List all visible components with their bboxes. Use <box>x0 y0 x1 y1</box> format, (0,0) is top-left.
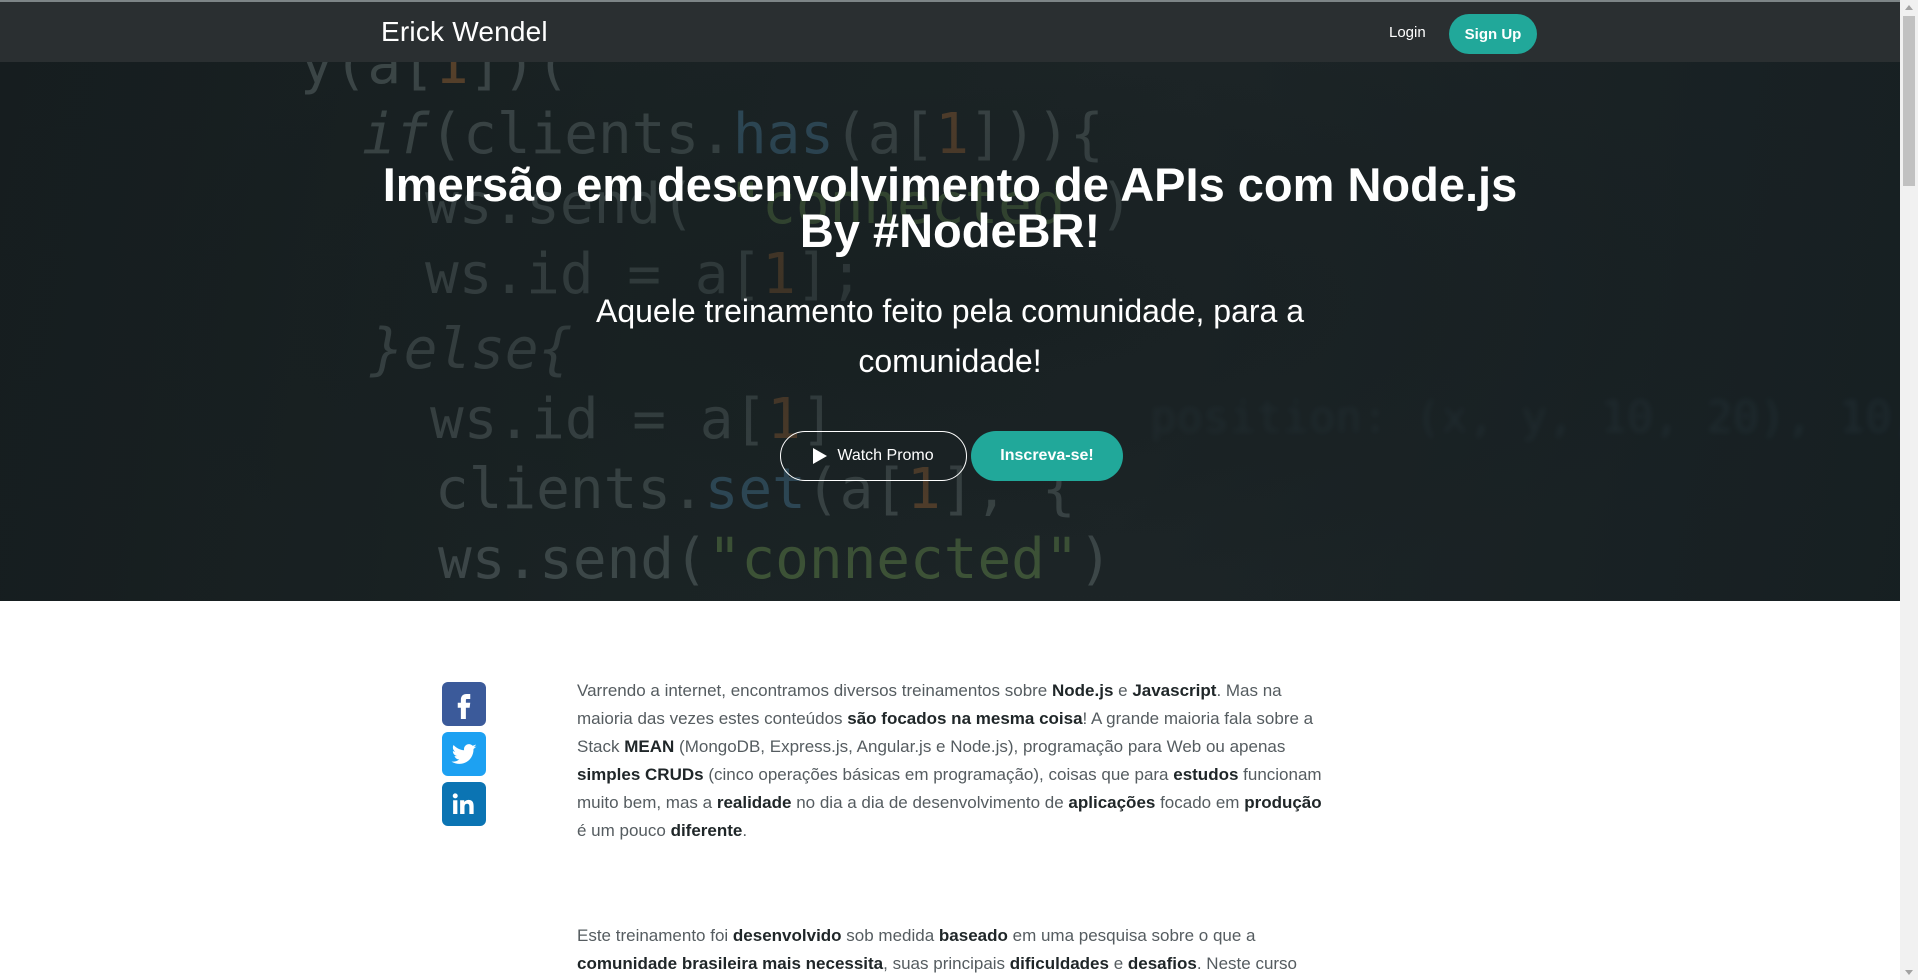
intro-paragraph: Varrendo a internet, encontramos diverso… <box>577 677 1329 845</box>
paragraph-text: no dia a dia de desenvolvimento de <box>791 793 1069 812</box>
scroll-up-icon[interactable] <box>1905 5 1913 10</box>
twitter-icon[interactable] <box>442 732 486 776</box>
scroll-down-icon[interactable] <box>1905 970 1913 975</box>
paragraph-text: e <box>1108 954 1128 973</box>
bold-text: são focados na mesma coisa <box>847 709 1083 728</box>
paragraph-text: em uma pesquisa sobre o que a <box>1007 926 1256 945</box>
watch-promo-label: Watch Promo <box>837 447 934 464</box>
bold-text: baseado <box>938 926 1008 945</box>
hero-subtitle: Aquele treinamento feito pela comunidade… <box>595 293 1305 379</box>
hero-title-line2: By #NodeBR! <box>799 204 1101 257</box>
hero-section: y(a[1])( if(clients.has(a[1])){ ws.send(… <box>0 62 1900 601</box>
hero-title: Imersão em desenvolvimento de APIs com N… <box>300 161 1600 257</box>
paragraph-text: . <box>742 821 748 840</box>
bold-text: simples CRUDs <box>577 765 704 784</box>
page-scrollbar[interactable] <box>1900 0 1918 980</box>
paragraph-text: (cinco operações básicas em programação)… <box>703 765 1174 784</box>
paragraph-text: sob medida <box>841 926 939 945</box>
login-link[interactable]: Login <box>1389 24 1426 41</box>
bold-text: aplicações <box>1068 793 1156 812</box>
bold-text: desenvolvido <box>732 926 842 945</box>
social-share-bar <box>442 682 486 832</box>
paragraph-text: focado em <box>1155 793 1245 812</box>
bold-text: dificuldades <box>1009 954 1109 973</box>
paragraph-text: é um pouco <box>577 821 671 840</box>
bold-text: produção <box>1244 793 1322 812</box>
brand-logo[interactable]: Erick Wendel <box>381 16 548 48</box>
signup-button[interactable]: Sign Up <box>1449 14 1537 54</box>
bold-text: estudos <box>1173 765 1239 784</box>
play-icon <box>813 448 828 464</box>
bold-text: realidade <box>716 793 792 812</box>
bold-text: Node.js <box>1052 681 1114 700</box>
scrollbar-thumb[interactable] <box>1903 16 1915 186</box>
linkedin-icon[interactable] <box>442 782 486 826</box>
paragraph-text: e <box>1113 681 1133 700</box>
bold-text: MEAN <box>624 737 675 756</box>
facebook-icon[interactable] <box>442 682 486 726</box>
paragraph-text: Este treinamento foi <box>577 926 733 945</box>
bold-text: comunidade brasileira mais necessita <box>577 954 884 973</box>
paragraph-text: . Neste curso <box>1196 954 1298 973</box>
paragraph-text: Varrendo a internet, encontramos diverso… <box>577 681 1052 700</box>
paragraph-text: , suas principais <box>883 954 1010 973</box>
bold-text: Javascript <box>1132 681 1217 700</box>
subscribe-button[interactable]: Inscreva-se! <box>971 431 1123 481</box>
bold-text: desafios <box>1127 954 1197 973</box>
paragraph-text: (MongoDB, Express.js, Angular.js e Node.… <box>674 737 1286 756</box>
watch-promo-button[interactable]: Watch Promo <box>780 431 967 481</box>
top-navbar: Erick Wendel Login Sign Up <box>0 0 1900 62</box>
training-paragraph: Este treinamento foi desenvolvido sob me… <box>577 922 1329 978</box>
bold-text: diferente <box>670 821 743 840</box>
